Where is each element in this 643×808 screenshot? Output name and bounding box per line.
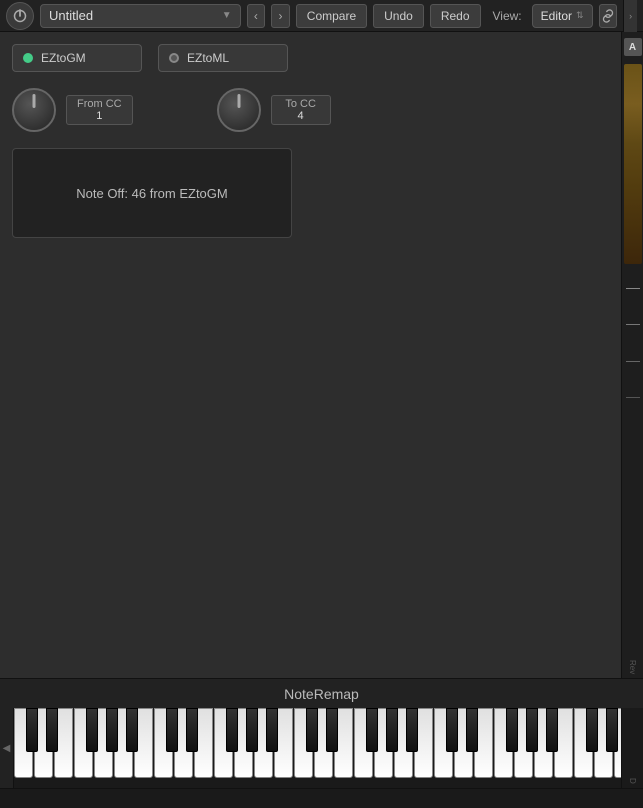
back-arrow-icon: ‹: [254, 9, 258, 23]
black-key[interactable]: [186, 708, 198, 752]
right-panel-toggle[interactable]: ›: [623, 0, 637, 32]
forward-arrow-icon: ›: [278, 9, 282, 23]
channel-name-eztogm: EZtoGM: [41, 51, 86, 65]
main-content: EZtoGM EZtoML From CC 1 To CC: [0, 32, 643, 678]
from-cc-knob[interactable]: [12, 88, 56, 132]
right-sidebar: A Rev: [621, 32, 643, 678]
black-key[interactable]: [546, 708, 558, 752]
d-label: D: [628, 778, 637, 784]
instrument-visual: [624, 64, 642, 264]
channel-name-eztoml: EZtoML: [187, 51, 229, 65]
link-button[interactable]: [599, 4, 618, 28]
redo-button[interactable]: Redo: [430, 4, 481, 28]
black-key[interactable]: [366, 708, 378, 752]
black-key[interactable]: [326, 708, 338, 752]
title-text: Untitled: [49, 8, 93, 23]
power-button[interactable]: [6, 2, 34, 30]
black-key[interactable]: [226, 708, 238, 752]
info-text: Note Off: 46 from EZtoGM: [76, 186, 227, 201]
redo-label: Redo: [441, 9, 470, 23]
black-key[interactable]: [406, 708, 418, 752]
black-key[interactable]: [446, 708, 458, 752]
to-cc-label-block: To CC 4: [271, 95, 331, 125]
to-cc-value: 4: [282, 110, 320, 122]
link-icon: [601, 9, 615, 23]
black-key[interactable]: [126, 708, 138, 752]
title-dropdown[interactable]: Untitled ▼: [40, 4, 241, 28]
nav-forward-button[interactable]: ›: [271, 4, 290, 28]
compare-label: Compare: [307, 9, 356, 23]
black-key[interactable]: [526, 708, 538, 752]
black-key[interactable]: [606, 708, 618, 752]
keyboard-left-arrow[interactable]: ◀: [0, 708, 14, 788]
black-key[interactable]: [506, 708, 518, 752]
dropdown-arrow-icon: ▼: [222, 10, 232, 21]
editor-panel: EZtoGM EZtoML From CC 1 To CC: [0, 32, 621, 678]
to-cc-block: To CC 4: [217, 88, 331, 132]
channels-row: EZtoGM EZtoML: [12, 44, 609, 72]
channel-eztogm[interactable]: EZtoGM: [12, 44, 142, 72]
keyboard-right-strip: D: [621, 708, 643, 788]
piano-section: ◀ D: [0, 708, 643, 788]
left-arrow-icon: ◀: [3, 743, 11, 754]
info-box: Note Off: 46 from EZtoGM: [12, 148, 292, 238]
rev-label: Rev: [628, 660, 637, 674]
black-key[interactable]: [26, 708, 38, 752]
channel-dot-eztogm: [23, 53, 33, 63]
black-key[interactable]: [246, 708, 258, 752]
from-cc-label-block: From CC 1: [66, 95, 133, 125]
black-key[interactable]: [386, 708, 398, 752]
black-key[interactable]: [166, 708, 178, 752]
view-label: View:: [493, 9, 522, 23]
to-cc-title: To CC: [282, 98, 320, 110]
view-dropdown[interactable]: Editor ⇅: [532, 4, 593, 28]
undo-label: Undo: [384, 9, 413, 23]
top-bar: Untitled ▼ ‹ › Compare Undo Redo View: E…: [0, 0, 643, 32]
piano-label: NoteRemap: [284, 686, 359, 702]
keys-container: [14, 708, 621, 788]
black-key[interactable]: [466, 708, 478, 752]
to-cc-knob[interactable]: [217, 88, 261, 132]
cc-row: From CC 1 To CC 4: [12, 88, 609, 132]
strings-visual: [624, 268, 642, 418]
channel-eztoml[interactable]: EZtoML: [158, 44, 288, 72]
piano-label-bar: NoteRemap: [0, 678, 643, 708]
black-key[interactable]: [46, 708, 58, 752]
undo-button[interactable]: Undo: [373, 4, 424, 28]
view-value: Editor: [541, 9, 572, 23]
bottom-bar: [0, 788, 643, 808]
black-key[interactable]: [586, 708, 598, 752]
from-cc-title: From CC: [77, 98, 122, 110]
compare-button[interactable]: Compare: [296, 4, 367, 28]
view-arrows-icon: ⇅: [576, 10, 584, 21]
black-key[interactable]: [86, 708, 98, 752]
black-key[interactable]: [306, 708, 318, 752]
black-key[interactable]: [266, 708, 278, 752]
channel-dot-eztoml: [169, 53, 179, 63]
from-cc-value: 1: [77, 110, 122, 122]
sidebar-a-label[interactable]: A: [624, 38, 642, 56]
from-cc-block: From CC 1: [12, 88, 133, 132]
power-icon: [12, 8, 28, 24]
black-key[interactable]: [106, 708, 118, 752]
nav-back-button[interactable]: ‹: [247, 4, 266, 28]
toggle-arrow-icon: ›: [629, 11, 632, 21]
